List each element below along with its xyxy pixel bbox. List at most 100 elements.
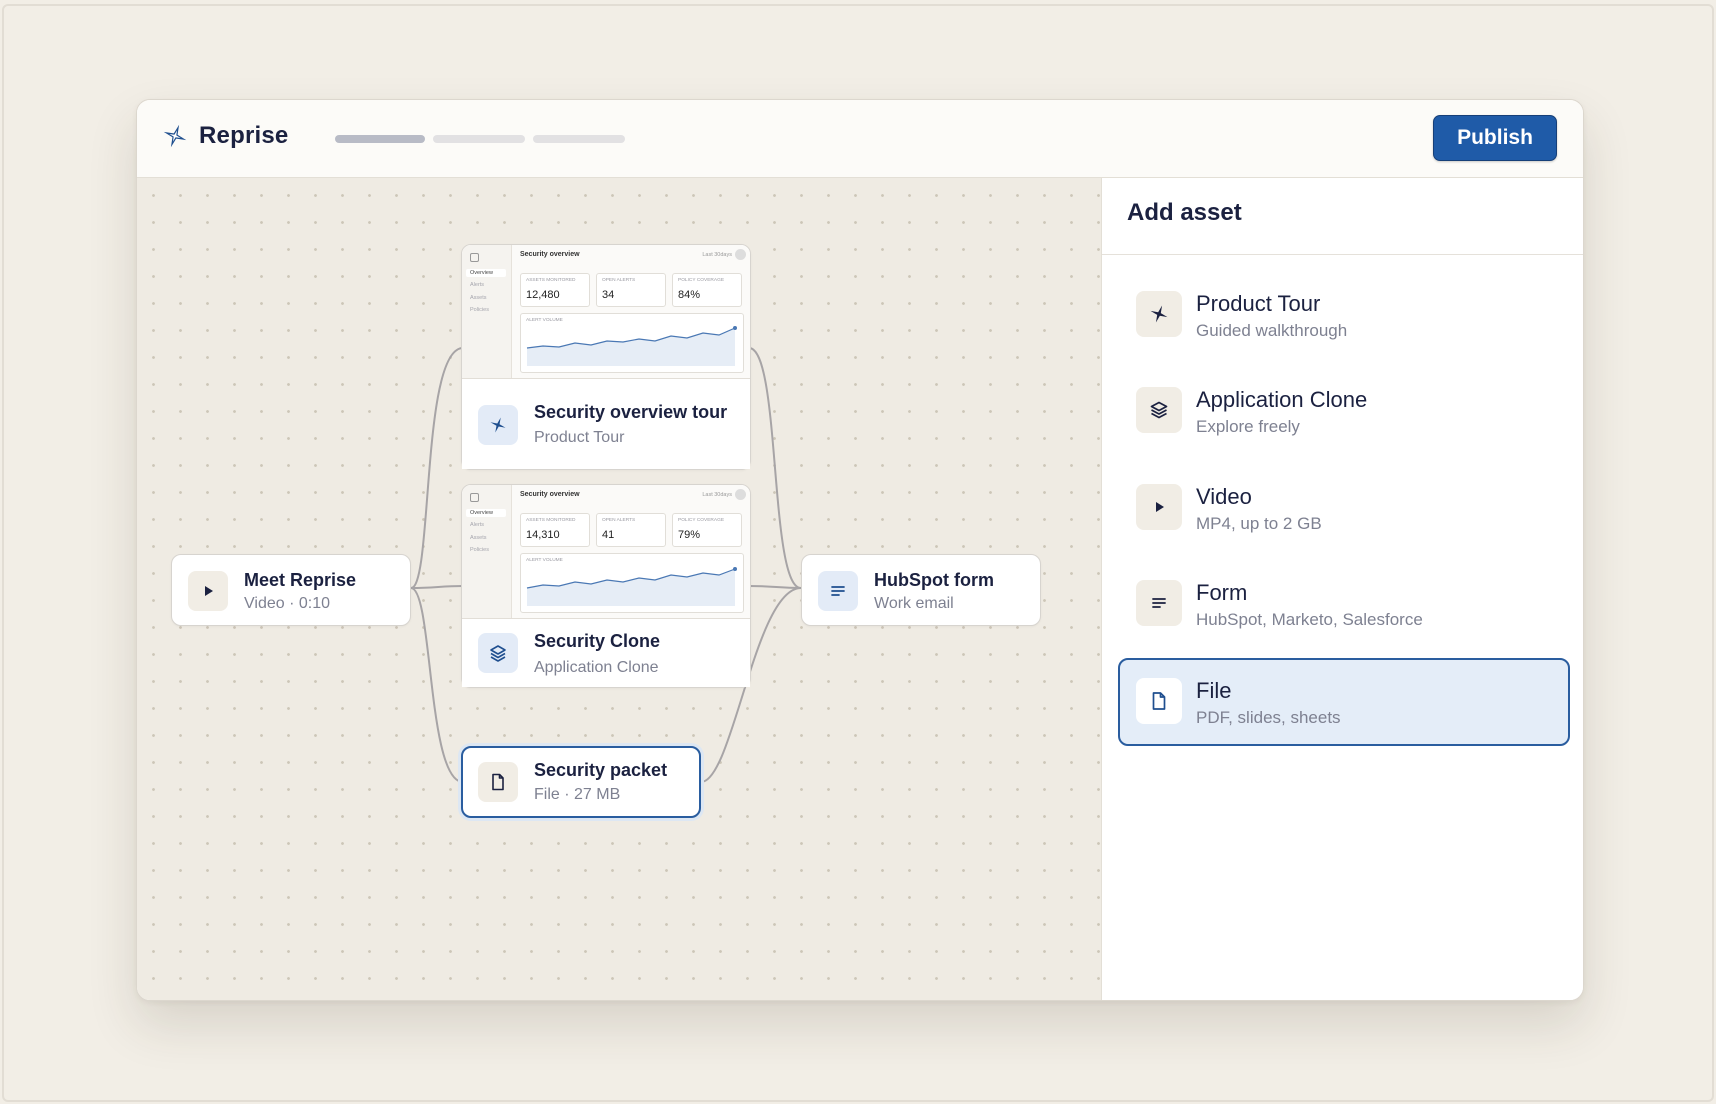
preview-kpi: POLICY COVERAGE 84% bbox=[672, 273, 742, 307]
file-icon bbox=[1136, 678, 1182, 724]
kpi-label: ASSETS MONITORED bbox=[526, 278, 576, 283]
node-subtitle: File · 27 MB bbox=[534, 786, 621, 803]
edge-clone-hubspot bbox=[748, 585, 802, 589]
asset-description: PDF, slides, sheets bbox=[1196, 708, 1341, 727]
preview-title: Security overview bbox=[520, 491, 580, 498]
preview-kpi: ASSETS MONITORED 14,310 bbox=[520, 513, 590, 547]
kpi-label: POLICY COVERAGE bbox=[678, 278, 725, 283]
play-icon bbox=[1136, 484, 1182, 530]
panel-title: Add asset bbox=[1127, 199, 1242, 226]
preview-nav-item: Overview bbox=[466, 509, 506, 517]
kpi-value: 34 bbox=[602, 289, 615, 301]
progress-step-2 bbox=[433, 135, 525, 143]
node-title: Security Clone bbox=[534, 631, 661, 651]
lines-icon bbox=[818, 571, 858, 611]
preview-nav-item: Alerts bbox=[470, 282, 485, 288]
preview-chart: ALERT VOLUME bbox=[520, 553, 744, 613]
kpi-label: POLICY COVERAGE bbox=[678, 518, 725, 523]
edge-meet-packet bbox=[410, 587, 464, 783]
node-subtitle: Product Tour bbox=[534, 429, 625, 446]
file-icon bbox=[478, 762, 518, 802]
panel-header: Add asset bbox=[1102, 178, 1583, 255]
node-meet-reprise[interactable]: Meet Reprise Video · 0:10 bbox=[171, 554, 411, 626]
layers-icon bbox=[1136, 387, 1182, 433]
preview-sidebar: Overview Alerts Assets Policies bbox=[462, 245, 512, 380]
node-security-clone[interactable]: Overview Alerts Assets Policies Security… bbox=[461, 484, 751, 688]
preview-range: Last 30days bbox=[702, 252, 732, 258]
publish-button[interactable]: Publish bbox=[1433, 115, 1557, 161]
kpi-label: OPEN ALERTS bbox=[602, 518, 636, 523]
node-title: Security overview tour bbox=[534, 402, 728, 422]
node-footer: Security Clone Application Clone bbox=[462, 618, 750, 687]
asset-item-product-tour[interactable]: Product Tour Guided walkthrough bbox=[1118, 271, 1570, 359]
brand[interactable]: Reprise bbox=[161, 122, 288, 150]
node-title: Security packet bbox=[534, 760, 668, 780]
node-security-overview-tour[interactable]: Overview Alerts Assets Policies Security… bbox=[461, 244, 751, 470]
layers-icon bbox=[478, 633, 518, 673]
node-footer: Security overview tour Product Tour bbox=[462, 378, 750, 469]
edge-tour-hubspot bbox=[748, 347, 802, 589]
edge-meet-clone bbox=[410, 585, 464, 589]
play-icon bbox=[188, 571, 228, 611]
lines-icon bbox=[1136, 580, 1182, 626]
sparkle-icon bbox=[1136, 291, 1182, 337]
clone-preview: Overview Alerts Assets Policies Security… bbox=[462, 485, 750, 620]
node-subtitle: Application Clone bbox=[534, 659, 659, 676]
preview-kpi: POLICY COVERAGE 79% bbox=[672, 513, 742, 547]
preview-avatar bbox=[735, 489, 746, 500]
asset-label: Form bbox=[1196, 580, 1248, 605]
preview-nav-item: Assets bbox=[470, 535, 487, 541]
preview-logo-icon bbox=[470, 493, 479, 502]
step-progress bbox=[335, 135, 625, 143]
kpi-label: OPEN ALERTS bbox=[602, 278, 636, 283]
kpi-value: 14,310 bbox=[526, 529, 560, 541]
progress-step-3 bbox=[533, 135, 625, 143]
preview-line-chart bbox=[526, 326, 737, 366]
asset-item-application-clone[interactable]: Application Clone Explore freely bbox=[1118, 367, 1570, 455]
node-security-packet[interactable]: Security packet File · 27 MB bbox=[461, 746, 701, 818]
preview-avatar bbox=[735, 249, 746, 260]
node-subtitle: Work email bbox=[874, 595, 954, 612]
preview-chart: ALERT VOLUME bbox=[520, 313, 744, 373]
asset-item-video[interactable]: Video MP4, up to 2 GB bbox=[1118, 464, 1570, 552]
kpi-value: 79% bbox=[678, 529, 701, 541]
asset-label: Product Tour bbox=[1196, 291, 1321, 316]
asset-item-form[interactable]: Form HubSpot, Marketo, Salesforce bbox=[1118, 560, 1570, 648]
tour-preview: Overview Alerts Assets Policies Security… bbox=[462, 245, 750, 380]
asset-item-file[interactable]: File PDF, slides, sheets bbox=[1118, 658, 1570, 746]
preview-kpi: OPEN ALERTS 41 bbox=[596, 513, 666, 547]
app-window: Reprise Publish Meet Reprise Video · 0:1… bbox=[136, 99, 1584, 1001]
preview-kpi: ASSETS MONITORED 12,480 bbox=[520, 273, 590, 307]
asset-label: Video bbox=[1196, 484, 1252, 509]
node-subtitle: Video · 0:10 bbox=[244, 595, 330, 612]
node-hubspot-form[interactable]: HubSpot form Work email bbox=[801, 554, 1041, 626]
edge-meet-tour bbox=[410, 347, 464, 589]
preview-range: Last 30days bbox=[702, 492, 732, 498]
asset-label: File bbox=[1196, 678, 1232, 703]
top-bar: Reprise Publish bbox=[137, 100, 1583, 178]
preview-logo-icon bbox=[470, 253, 479, 262]
preview-nav-item: Policies bbox=[470, 547, 489, 553]
asset-description: Explore freely bbox=[1196, 417, 1300, 436]
preview-line-chart bbox=[526, 567, 737, 606]
asset-label: Application Clone bbox=[1196, 387, 1368, 412]
preview-kpi: OPEN ALERTS 34 bbox=[596, 273, 666, 307]
asset-description: MP4, up to 2 GB bbox=[1196, 514, 1322, 533]
node-title: Meet Reprise bbox=[244, 570, 357, 590]
preview-nav-item: Assets bbox=[470, 295, 487, 301]
preview-title: Security overview bbox=[520, 251, 580, 258]
kpi-value: 12,480 bbox=[526, 289, 560, 301]
kpi-value: 84% bbox=[678, 289, 701, 301]
asset-description: Guided walkthrough bbox=[1196, 321, 1348, 340]
reprise-logo-icon bbox=[163, 124, 187, 148]
brand-name: Reprise bbox=[199, 122, 289, 149]
kpi-value: 41 bbox=[602, 529, 615, 541]
preview-sidebar: Overview Alerts Assets Policies bbox=[462, 485, 512, 620]
kpi-label: ASSETS MONITORED bbox=[526, 518, 576, 523]
preview-nav-item: Alerts bbox=[470, 522, 485, 528]
progress-step-1 bbox=[335, 135, 425, 143]
preview-nav-item: Overview bbox=[466, 269, 506, 277]
preview-nav-item: Policies bbox=[470, 307, 489, 313]
asset-description: HubSpot, Marketo, Salesforce bbox=[1196, 610, 1423, 629]
flow-canvas[interactable]: Meet Reprise Video · 0:10 Overview Alert… bbox=[137, 178, 1101, 1000]
